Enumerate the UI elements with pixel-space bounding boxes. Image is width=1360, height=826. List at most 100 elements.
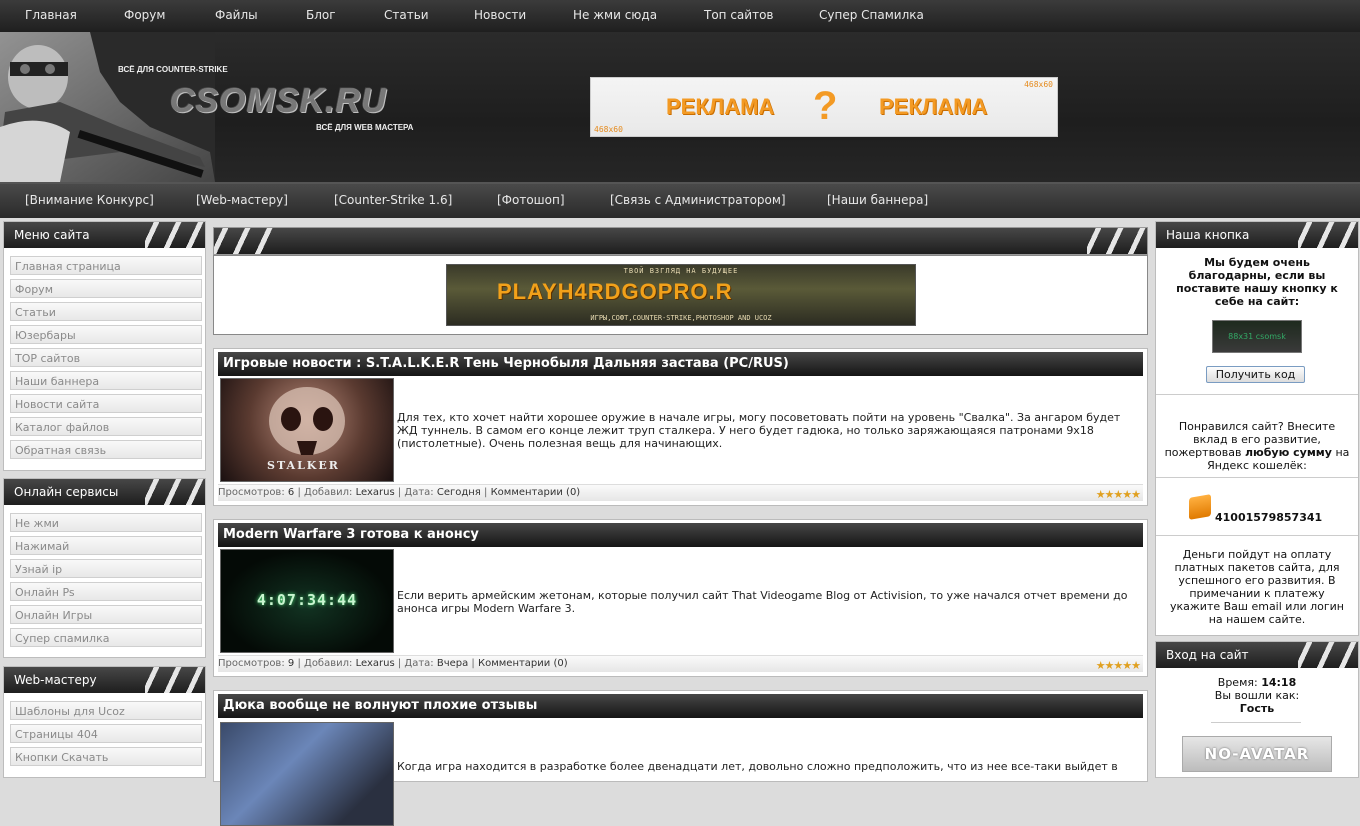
online-item-dont-press[interactable]: Не жми	[10, 513, 202, 532]
web-item-download-buttons[interactable]: Кнопки Скачать	[10, 747, 202, 766]
news-post: Дюка вообще не волнуют плохие отзывы Ког…	[213, 690, 1148, 826]
site-menu-block: Меню сайта Главная страница Форум Статьи…	[3, 221, 206, 471]
news-post: Modern Warfare 3 готова к анонсу 4:07:34…	[213, 519, 1148, 677]
post-title[interactable]: Игровые новости : S.T.A.L.K.E.R Тень Чер…	[218, 352, 1143, 376]
post-thumbnail[interactable]: 4:07:34:44	[220, 549, 394, 653]
login-header: Вход на сайт	[1156, 642, 1358, 668]
post-title[interactable]: Modern Warfare 3 готова к анонсу	[218, 523, 1143, 547]
post-author-label: Добавил:	[304, 487, 353, 498]
web-item-templates[interactable]: Шаблоны для Ucoz	[10, 701, 202, 720]
post-thumbnail-caption: STALKER	[267, 459, 340, 472]
topnav-articles[interactable]: Статьи	[384, 8, 429, 22]
topnav-news[interactable]: Новости	[474, 8, 526, 22]
post-rating-stars-icon[interactable]: ★★★★★	[1096, 487, 1141, 503]
post-text: Когда игра находится в разработке более …	[397, 760, 1118, 773]
time-label: Время:	[1217, 676, 1258, 689]
menu-item-feedback[interactable]: Обратная связь	[10, 440, 202, 459]
divider	[1156, 535, 1358, 536]
secnav-banners[interactable]: [Наши баннера]	[827, 193, 928, 207]
logo-tagline-bottom: ВСЁ ДЛЯ WEB МАСТЕРА	[316, 123, 414, 132]
online-item-press[interactable]: Нажимай	[10, 536, 202, 555]
donate-note: Деньги пойдут на оплату платных пакетов …	[1169, 548, 1344, 626]
post-thumbnail[interactable]	[220, 722, 394, 826]
online-item-ps[interactable]: Онлайн Ps	[10, 582, 202, 601]
post-text: Для тех, кто хочет найти хорошее оружие …	[397, 411, 1121, 450]
divider	[1211, 722, 1301, 723]
ad-size-bottom: 468x60	[594, 125, 623, 134]
post-date-label: Дата:	[404, 658, 434, 669]
online-item-spammer[interactable]: Супер спамилка	[10, 628, 202, 647]
get-code-button[interactable]: Получить код	[1206, 366, 1305, 383]
post-author[interactable]: Lexarus	[356, 487, 395, 498]
topnav-top-sites[interactable]: Топ сайтов	[704, 8, 774, 22]
menu-item-file-catalog[interactable]: Каталог файлов	[10, 417, 202, 436]
yandex-wallet-icon	[1189, 494, 1211, 520]
top-navigation: Главная Форум Файлы Блог Статьи Новости …	[0, 0, 1360, 33]
divider	[1156, 477, 1358, 478]
ad-word-left: РЕКЛАМА	[666, 94, 775, 119]
post-footer: Просмотров: 6 | Добавил: Lexarus | Дата:…	[218, 484, 1143, 501]
content-top-bar	[213, 227, 1148, 255]
site-logo[interactable]: CSOMSK.RU	[170, 82, 387, 121]
post-rating-stars-icon[interactable]: ★★★★★	[1096, 658, 1141, 674]
post-views-label: Просмотров:	[218, 658, 285, 669]
donate-any-sum: любую сумму	[1245, 446, 1332, 459]
our-button-block: Наша кнопка Мы будем очень благодарны, е…	[1155, 221, 1359, 636]
secnav-webmaster[interactable]: [Web-мастеру]	[196, 193, 288, 207]
our-button-header: Наша кнопка	[1156, 222, 1358, 248]
wallet-number: 41001579857341	[1215, 511, 1323, 524]
login-block: Вход на сайт Время: 14:18 Вы вошли как: …	[1155, 641, 1359, 778]
username: Гость	[1239, 702, 1275, 715]
site-menu-header: Меню сайта	[4, 222, 205, 248]
header-ad-banner[interactable]: 468x60 РЕКЛАМА ? РЕКЛАМА 468x60	[590, 77, 1058, 137]
post-title[interactable]: Дюка вообще не волнуют плохие отзывы	[218, 694, 1143, 718]
webmaster-title: Web-мастеру	[14, 673, 97, 687]
menu-item-home[interactable]: Главная страница	[10, 256, 202, 275]
divider	[1156, 394, 1358, 395]
topnav-forum[interactable]: Форум	[124, 8, 165, 22]
secnav-contest[interactable]: [Внимание Конкурс]	[25, 193, 154, 207]
menu-item-top-sites[interactable]: TOP сайтов	[10, 348, 202, 367]
post-thumbnail[interactable]: STALKER	[220, 378, 394, 482]
post-date-label: Дата:	[404, 487, 434, 498]
secnav-contact-admin[interactable]: [Связь с Администратором]	[610, 193, 786, 207]
news-post: Игровые новости : S.T.A.L.K.E.R Тень Чер…	[213, 348, 1148, 506]
online-services-header: Онлайн сервисы	[4, 479, 205, 505]
post-date: Вчера	[436, 658, 469, 669]
post-views-label: Просмотров:	[218, 487, 285, 498]
secnav-counter-strike[interactable]: [Counter-Strike 1.6]	[334, 193, 452, 207]
post-thumbnail-caption: 4:07:34:44	[256, 591, 358, 609]
secnav-photoshop[interactable]: [Фотошоп]	[497, 193, 565, 207]
topnav-spammer[interactable]: Супер Спамилка	[819, 8, 924, 22]
webmaster-block: Web-мастеру Шаблоны для Ucoz Страницы 40…	[3, 666, 206, 778]
post-author[interactable]: Lexarus	[356, 658, 395, 669]
post-comments-link[interactable]: Комментарии (0)	[491, 487, 581, 498]
topnav-files[interactable]: Файлы	[215, 8, 258, 22]
online-item-ip[interactable]: Узнай ip	[10, 559, 202, 578]
site-header: ВСЁ ДЛЯ COUNTER-STRIKE CSOMSK.RU ВСЁ ДЛЯ…	[0, 32, 1360, 182]
online-item-games[interactable]: Онлайн Игры	[10, 605, 202, 624]
web-item-404[interactable]: Страницы 404	[10, 724, 202, 743]
menu-item-articles[interactable]: Статьи	[10, 302, 202, 321]
menu-item-site-news[interactable]: Новости сайта	[10, 394, 202, 413]
site-button-image[interactable]: 88x31 csomsk	[1212, 320, 1302, 353]
ad-question-icon: ?	[813, 84, 838, 128]
partner-banner-tagline: ТВОЙ ВЗГЛЯД НА БУДУЩЕЕ	[623, 267, 739, 275]
post-comments-link[interactable]: Комментарии (0)	[478, 658, 568, 669]
online-services-title: Онлайн сервисы	[14, 485, 119, 499]
topnav-home[interactable]: Главная	[25, 8, 77, 22]
post-views: 6	[287, 487, 295, 498]
site-menu-title: Меню сайта	[14, 228, 90, 242]
partner-banner[interactable]: ТВОЙ ВЗГЛЯД НА БУДУЩЕЕ PLAYH4RDGOPRO.R И…	[446, 264, 916, 326]
secondary-navigation: [Внимание Конкурс] [Web-мастеру] [Counte…	[0, 182, 1360, 218]
donate-text: Понравился сайт? Внесите вклад в его раз…	[1160, 420, 1354, 472]
menu-item-forum[interactable]: Форум	[10, 279, 202, 298]
topnav-dont-press[interactable]: Не жми сюда	[573, 8, 657, 22]
menu-item-userbars[interactable]: Юзербары	[10, 325, 202, 344]
logo-tagline-top: ВСЁ ДЛЯ COUNTER-STRIKE	[118, 65, 228, 74]
ad-size-top: 468x60	[1024, 80, 1053, 89]
topnav-blog[interactable]: Блог	[306, 8, 336, 22]
login-title: Вход на сайт	[1166, 648, 1249, 662]
post-footer: Просмотров: 9 | Добавил: Lexarus | Дата:…	[218, 655, 1143, 672]
menu-item-banners[interactable]: Наши баннера	[10, 371, 202, 390]
